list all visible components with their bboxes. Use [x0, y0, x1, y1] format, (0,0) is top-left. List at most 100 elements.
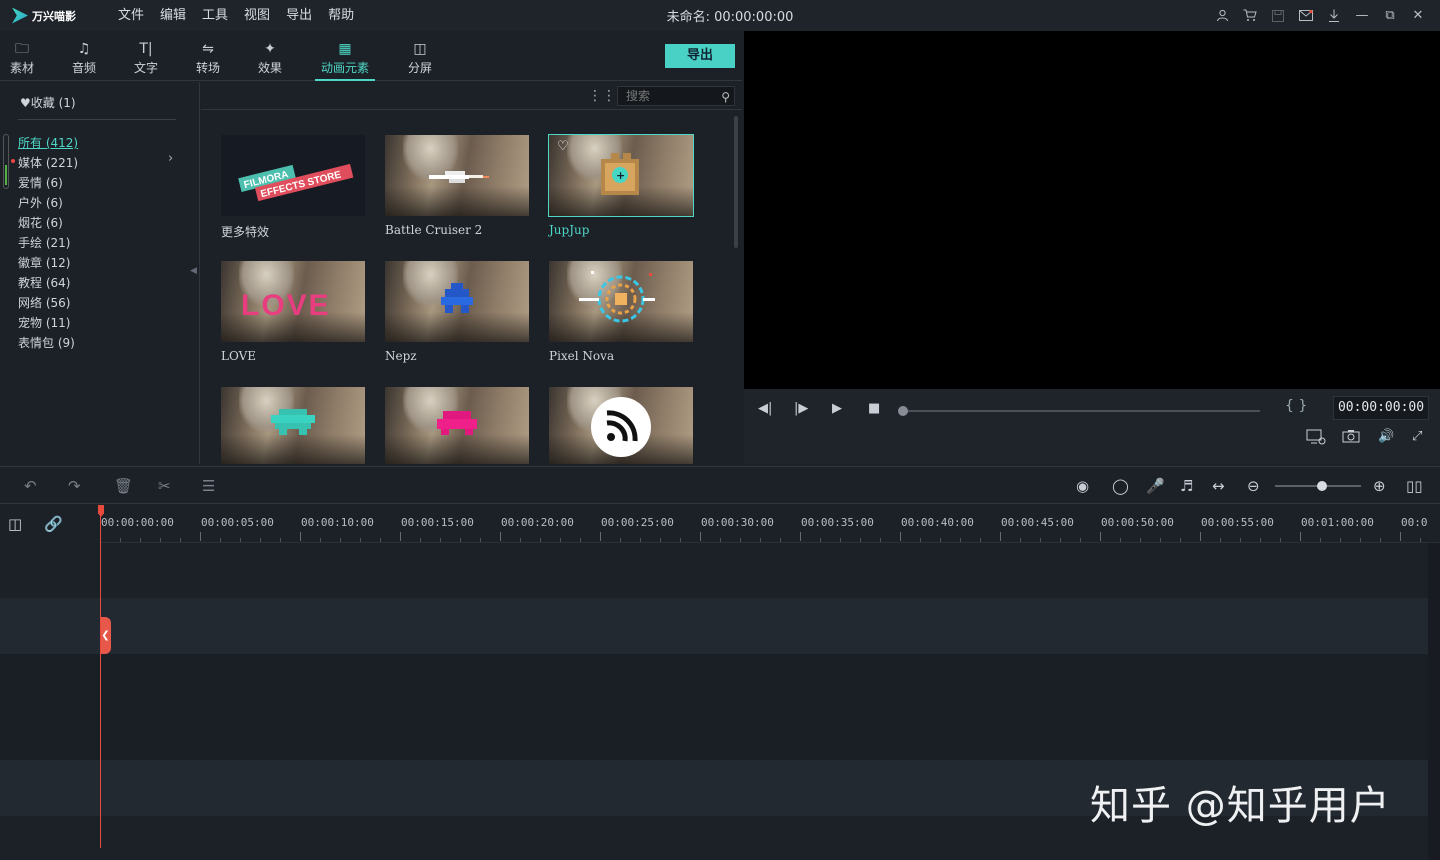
microphone-icon[interactable]: 🎤 [1146, 477, 1165, 495]
category-scrollbar[interactable] [3, 134, 9, 189]
restore-icon[interactable]: ⧉ [1376, 0, 1404, 31]
library-scrollbar[interactable] [734, 116, 738, 248]
mail-icon[interactable] [1292, 0, 1320, 31]
menu-file[interactable]: 文件 [110, 0, 152, 31]
export-button[interactable]: 导出 [665, 44, 735, 68]
fullscreen-icon[interactable]: ⤢ [1412, 429, 1422, 444]
download-icon[interactable] [1320, 0, 1348, 31]
ruler-minor-tick [1160, 538, 1161, 542]
category-emoji[interactable]: 表情包 (9) [18, 334, 75, 351]
effects-store-thumbnail[interactable]: FILMORA EFFECTS STORE [221, 135, 365, 216]
ruler-minor-tick [540, 538, 541, 542]
jupjup-thumbnail[interactable]: ♡ + [548, 134, 694, 217]
zoom-in-icon[interactable]: ⊕ [1373, 477, 1386, 495]
logo-text: 万兴喵影 [32, 9, 76, 23]
category-sidebar: ♥收藏 (1) 所有 (412) 媒体 (221) › 爱情 (6) 户外 (6… [0, 82, 200, 464]
spaceship-icon [429, 171, 489, 183]
collapse-left-icon[interactable]: ◀ [190, 266, 197, 276]
menu-tools[interactable]: 工具 [194, 0, 236, 31]
track-expand-handle[interactable]: ❮ [100, 617, 111, 654]
category-tutorial[interactable]: 教程 (64) [18, 274, 70, 291]
category-handdrawn[interactable]: 手绘 (21) [18, 234, 70, 251]
category-all[interactable]: 所有 (412) [18, 134, 78, 151]
tab-elements[interactable]: ▦ 动画元素 [315, 39, 375, 81]
pixel-invader-icon [441, 283, 473, 313]
video-track[interactable] [0, 654, 1428, 760]
category-network[interactable]: 网络 (56) [18, 294, 70, 311]
love-thumbnail[interactable]: LOVE [221, 261, 365, 342]
pixel-teal-thumbnail[interactable] [221, 387, 365, 464]
timeline-ruler[interactable]: 00:00:00:00 00:00:05:00 00:00:10:00 00:00:1… [100, 505, 1440, 543]
display-settings-icon[interactable] [1306, 429, 1326, 449]
ruler-minor-tick [940, 538, 941, 542]
battle-cruiser-thumbnail[interactable] [385, 135, 529, 216]
snapshot-icon[interactable] [1342, 429, 1360, 447]
tab-effects[interactable]: ✦ 效果 [240, 39, 300, 76]
item-label: Pixel Nova [549, 349, 615, 363]
pixel-pink-thumbnail[interactable] [385, 387, 529, 464]
zoom-out-icon[interactable]: ⊖ [1247, 477, 1260, 495]
ruler-minor-tick [520, 538, 521, 542]
progress-handle[interactable] [898, 406, 908, 416]
undo-icon[interactable]: ↶ [24, 477, 37, 495]
search-input[interactable]: 搜索 ⚲ [617, 86, 735, 106]
favorites-item[interactable]: ♥收藏 (1) [20, 94, 76, 111]
play-icon[interactable]: ▶ [832, 401, 842, 416]
cart-icon[interactable] [1236, 0, 1264, 31]
cut-icon[interactable]: ✂ [158, 477, 171, 495]
menu-help[interactable]: 帮助 [320, 0, 362, 31]
category-badges[interactable]: 徽章 (12) [18, 254, 70, 271]
menu-export[interactable]: 导出 [278, 0, 320, 31]
ruler-minor-tick [180, 538, 181, 542]
track-row-drop[interactable] [0, 598, 1428, 654]
menu-edit[interactable]: 编辑 [152, 0, 194, 31]
chevron-right-icon[interactable]: › [168, 151, 173, 166]
delete-icon[interactable]: 🗑 [114, 477, 133, 495]
step-forward-icon[interactable]: |▶ [794, 401, 808, 416]
stop-icon[interactable]: ■ [868, 401, 880, 416]
close-icon[interactable]: ✕ [1404, 0, 1432, 31]
tab-text[interactable]: T| 文字 [116, 39, 176, 76]
category-love[interactable]: 爱情 (6) [18, 174, 63, 191]
ruler-minor-tick [1340, 538, 1341, 542]
adjust-icon[interactable]: ☰ [202, 477, 215, 495]
render-icon[interactable]: ◉ [1076, 477, 1089, 495]
category-outdoor[interactable]: 户外 (6) [18, 194, 63, 211]
save-icon[interactable] [1264, 0, 1292, 31]
tab-media[interactable]: 🗀 素材 [0, 39, 52, 76]
minimize-icon[interactable]: — [1348, 0, 1376, 31]
ruler-minor-tick [1020, 538, 1021, 542]
rss-thumbnail[interactable] [549, 387, 693, 464]
panel-layout-icon[interactable]: ▯▯ [1406, 477, 1423, 495]
tab-audio[interactable]: ♫ 音频 [54, 39, 114, 76]
ruler-label: 00:01:00:00 [1301, 516, 1374, 529]
fit-timeline-icon[interactable]: ↔ [1212, 477, 1225, 495]
search-icon[interactable]: ⚲ [721, 88, 730, 106]
playhead-line[interactable] [100, 505, 101, 848]
timeline-scrollbar[interactable] [1428, 543, 1440, 860]
tab-transition[interactable]: ⇋ 转场 [178, 39, 238, 76]
mark-in-out[interactable]: { } [1285, 398, 1307, 414]
audio-mixer-icon[interactable]: ♬ [1180, 477, 1193, 495]
redo-icon[interactable]: ↷ [68, 477, 81, 495]
zoom-slider-handle[interactable] [1317, 481, 1328, 491]
track-row-empty[interactable] [0, 543, 1428, 598]
ruler-minor-tick [840, 538, 841, 542]
add-track-icon[interactable]: ◫ [8, 515, 22, 533]
marker-icon[interactable]: ◯ [1112, 477, 1129, 495]
category-media[interactable]: 媒体 (221) [18, 154, 78, 171]
category-pets[interactable]: 宠物 (11) [18, 314, 70, 331]
volume-icon[interactable]: 🔊 [1378, 429, 1394, 444]
user-icon[interactable] [1208, 0, 1236, 31]
item-label: Battle Cruiser 2 [385, 223, 483, 237]
ruler-minor-tick [340, 538, 341, 542]
nepz-thumbnail[interactable] [385, 261, 529, 342]
preview-window[interactable] [744, 31, 1440, 389]
tab-splitscreen[interactable]: ◫ 分屏 [390, 39, 450, 76]
step-back-icon[interactable]: ◀| [758, 401, 772, 416]
pixel-nova-thumbnail[interactable] [549, 261, 693, 342]
link-icon[interactable]: 🔗 [44, 515, 63, 533]
progress-track[interactable] [902, 410, 1260, 412]
menu-view[interactable]: 视图 [236, 0, 278, 31]
category-fireworks[interactable]: 烟花 (6) [18, 214, 63, 231]
